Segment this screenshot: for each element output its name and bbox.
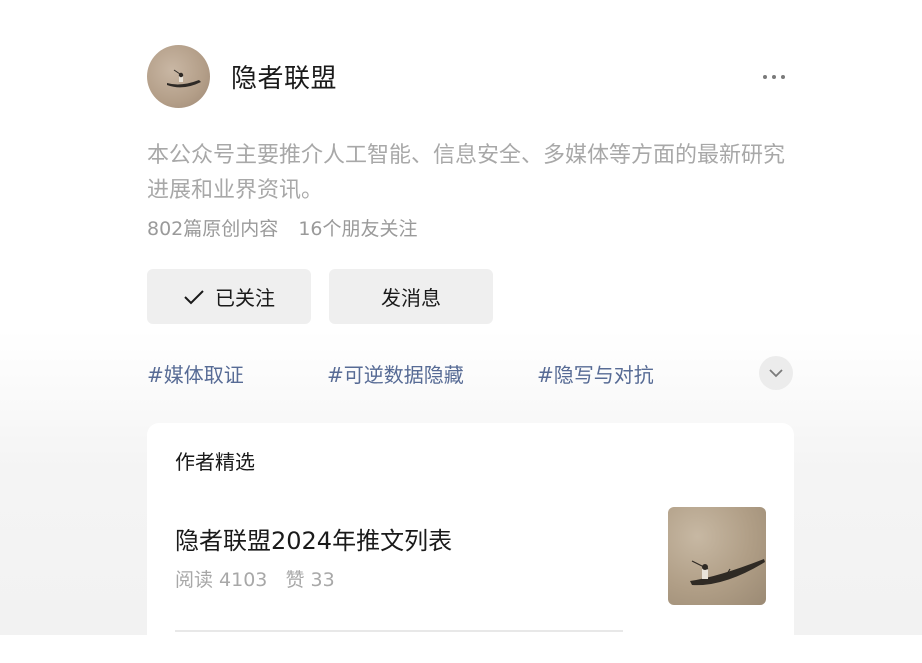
featured-card: 作者精选 隐者联盟2024年推文列表 阅读 4103 赞 33 xyxy=(147,423,794,663)
account-description: 本公众号主要推介人工智能、信息安全、多媒体等方面的最新研究进展和业界资讯。 xyxy=(147,143,786,203)
article-thumbnail xyxy=(668,507,766,605)
more-dot xyxy=(772,75,776,79)
account-stats: 802篇原创内容 16个朋友关注 xyxy=(147,214,418,241)
more-dot xyxy=(781,75,785,79)
followed-button[interactable]: 已关注 xyxy=(147,269,311,324)
account-avatar[interactable] xyxy=(147,45,210,108)
original-count: 802篇原创内容 xyxy=(147,218,279,240)
followed-label: 已关注 xyxy=(215,286,275,310)
chevron-down-icon xyxy=(769,369,783,378)
fisherman-painting-icon xyxy=(690,559,765,586)
expand-tags-button[interactable] xyxy=(759,356,793,390)
article-likes: 赞 33 xyxy=(285,569,335,591)
featured-section-title: 作者精选 xyxy=(175,450,255,474)
article-title: 隐者联盟2024年推文列表 xyxy=(175,527,453,555)
more-dot xyxy=(763,75,767,79)
send-message-button[interactable]: 发消息 xyxy=(329,269,493,324)
article-meta: 阅读 4103 赞 33 xyxy=(175,565,335,592)
send-message-label: 发消息 xyxy=(381,286,441,310)
friends-following[interactable]: 16个朋友关注 xyxy=(298,218,417,240)
tag-reversible-data-hiding[interactable]: #可逆数据隐藏 xyxy=(327,359,464,388)
article-reads: 阅读 4103 xyxy=(175,569,268,591)
featured-article[interactable]: 隐者联盟2024年推文列表 阅读 4103 赞 33 xyxy=(175,503,766,633)
account-name: 隐者联盟 xyxy=(231,64,338,94)
tag-media-forensics[interactable]: #媒体取证 xyxy=(147,359,244,388)
fisherman-painting-icon xyxy=(167,69,201,88)
check-icon xyxy=(183,288,205,306)
more-options-button[interactable] xyxy=(756,66,792,88)
tag-steganography[interactable]: #隐写与对抗 xyxy=(537,359,654,388)
divider xyxy=(175,630,623,632)
